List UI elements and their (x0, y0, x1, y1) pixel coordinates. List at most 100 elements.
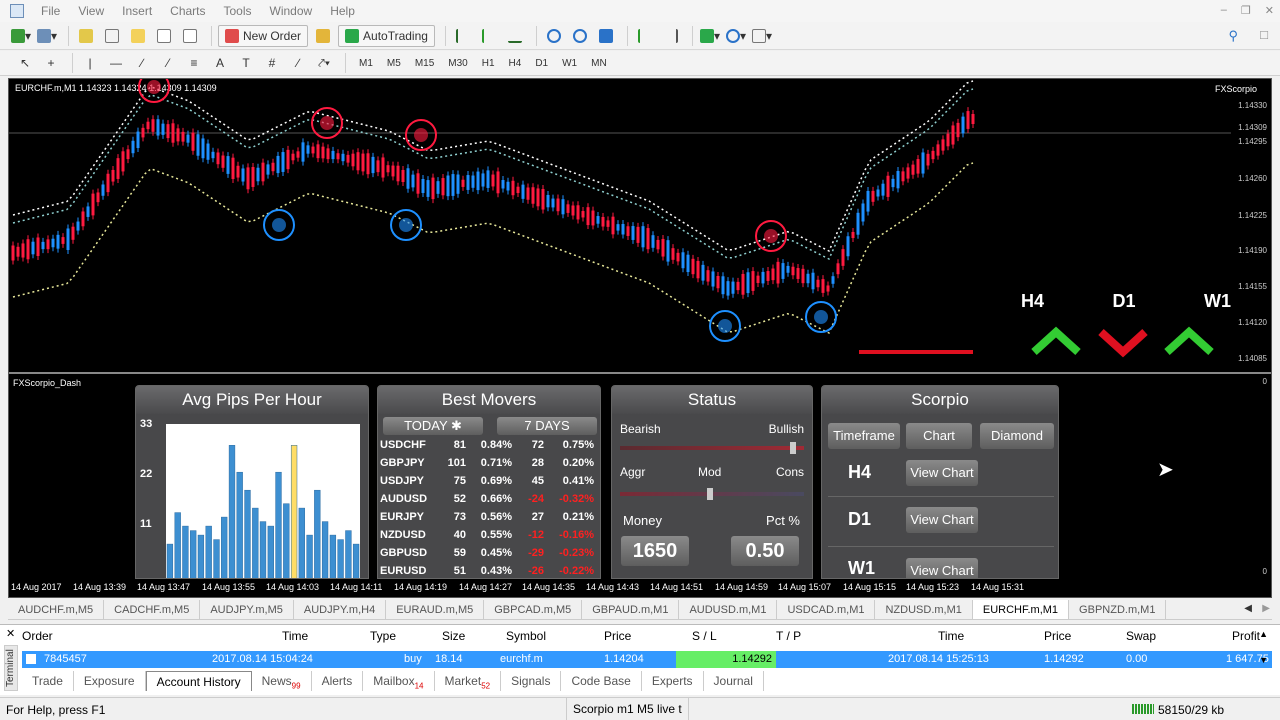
column-header[interactable]: Size (442, 629, 465, 643)
column-header[interactable]: Profit (1232, 629, 1260, 643)
risk-thumb[interactable] (707, 488, 713, 500)
chart-tab[interactable]: EURAUD.m,M5 (386, 600, 485, 619)
sentiment-slider[interactable] (620, 446, 804, 450)
tf-m5[interactable]: M5 (380, 58, 408, 69)
tab-scroll-right-icon[interactable]: ▶ (1262, 603, 1270, 614)
chart-tab[interactable]: GBPCAD.m,M5 (484, 600, 583, 619)
subwindow-divider[interactable] (9, 372, 1271, 374)
new-order-button[interactable]: New Order (218, 24, 309, 47)
tf-mn[interactable]: MN (584, 58, 614, 69)
tf-d1[interactable]: D1 (528, 58, 555, 69)
arrows-icon[interactable]: ⤤▾ (313, 52, 335, 74)
line-chart-button[interactable] (504, 25, 526, 47)
chart-button[interactable]: Chart (906, 423, 972, 449)
terminal-close-icon[interactable]: ✕ (6, 627, 15, 640)
trendline-icon[interactable]: ∕ (131, 52, 153, 74)
tab-scroll-left-icon[interactable]: ◀ (1244, 603, 1252, 614)
column-header[interactable]: Price (1044, 629, 1071, 643)
chart-tab[interactable]: NZDUSD.m,M1 (875, 600, 973, 619)
tf-m15[interactable]: M15 (408, 58, 441, 69)
chat-icon[interactable]: □ (1260, 27, 1268, 42)
pitchfork-icon[interactable]: ∕ (287, 52, 309, 74)
periods-button[interactable]: ▾ (725, 25, 747, 47)
market-watch-button[interactable] (75, 25, 97, 47)
pct-input[interactable]: 0.50 (731, 536, 799, 566)
diamond-button[interactable]: Diamond (980, 423, 1054, 449)
scroll-up-icon[interactable]: ▲ (1259, 629, 1268, 639)
navigator-button[interactable] (101, 25, 123, 47)
terminal-tab[interactable]: News99 (252, 671, 312, 691)
table-row[interactable]: 7845457 2017.08.14 15:04:24 buy 18.14 eurchf… (22, 651, 1272, 668)
chart-window[interactable]: EURCHF.m,M1 1.14323 1.14324 1.14309 1.14… (8, 78, 1272, 598)
terminal-tab[interactable]: Experts (642, 671, 704, 691)
seven-days-button[interactable]: 7 DAYS (497, 417, 597, 435)
zoom-in-button[interactable] (543, 25, 565, 47)
tf-h1[interactable]: H1 (475, 58, 502, 69)
new-chart-button[interactable]: ▾ (10, 25, 32, 47)
column-header[interactable]: Type (370, 629, 396, 643)
metaeditor-button[interactable] (312, 25, 334, 47)
autoscroll-button[interactable] (634, 25, 656, 47)
bar-chart-button[interactable] (452, 25, 474, 47)
gann-icon[interactable]: # (261, 52, 283, 74)
chart-tab[interactable]: CADCHF.m,M5 (104, 600, 201, 619)
today-button[interactable]: TODAY ✱ (383, 417, 483, 435)
menu-view[interactable]: View (69, 4, 113, 18)
terminal-tab[interactable]: Exposure (74, 671, 146, 691)
chart-tab[interactable]: AUDJPY.m,H4 (294, 600, 387, 619)
fibo-icon[interactable]: ≡ (183, 52, 205, 74)
column-header[interactable]: Swap (1126, 629, 1156, 643)
column-header[interactable]: Time (282, 629, 308, 643)
menu-help[interactable]: Help (321, 4, 364, 18)
chart-tab[interactable]: AUDUSD.m,M1 (679, 600, 778, 619)
terminal-tab[interactable]: Journal (704, 671, 764, 691)
text-icon[interactable]: A (209, 52, 231, 74)
menu-charts[interactable]: Charts (161, 4, 214, 18)
cursor-icon[interactable]: ↖ (14, 52, 36, 74)
tile-windows-button[interactable] (595, 25, 617, 47)
templates-button[interactable]: ▾ (751, 25, 773, 47)
search-icon[interactable]: ⚲ (1228, 28, 1238, 44)
menu-file[interactable]: File (32, 4, 69, 18)
horizontal-line-icon[interactable]: — (105, 52, 127, 74)
autotrading-button[interactable]: AutoTrading (338, 24, 435, 47)
column-header[interactable]: Price (604, 629, 631, 643)
view-chart-h4-button[interactable]: View Chart (906, 460, 978, 486)
label-icon[interactable]: T (235, 52, 257, 74)
tf-m30[interactable]: M30 (441, 58, 474, 69)
indicators-button[interactable]: ▾ (699, 25, 721, 47)
chart-tab[interactable]: GBPAUD.m,M1 (582, 600, 680, 619)
view-chart-d1-button[interactable]: View Chart (906, 507, 978, 533)
terminal-tab[interactable]: Signals (501, 671, 562, 691)
menu-tools[interactable]: Tools (215, 4, 261, 18)
zoom-out-button[interactable] (569, 25, 591, 47)
crosshair-tool-icon[interactable]: + (40, 52, 62, 74)
tf-h4[interactable]: H4 (502, 58, 529, 69)
tester-button[interactable] (179, 25, 201, 47)
chart-tab[interactable]: USDCAD.m,M1 (777, 600, 876, 619)
chart-tab[interactable]: EURCHF.m,M1 (972, 600, 1070, 619)
timeframe-button[interactable]: Timeframe (828, 423, 900, 449)
profiles-button[interactable]: ▾ (36, 25, 58, 47)
column-header[interactable]: T / P (776, 629, 801, 643)
terminal-tab[interactable]: Alerts (312, 671, 364, 691)
terminal-tab[interactable]: Trade (22, 671, 74, 691)
tf-w1[interactable]: W1 (555, 58, 584, 69)
terminal-tab[interactable]: Account History (145, 671, 252, 691)
channel-icon[interactable]: ⁄ (157, 52, 179, 74)
menu-insert[interactable]: Insert (113, 4, 161, 18)
sentiment-thumb[interactable] (790, 442, 796, 454)
view-chart-w1-button[interactable]: View Chart (906, 558, 978, 578)
column-header[interactable]: Time (938, 629, 964, 643)
terminal-button[interactable] (153, 25, 175, 47)
chart-tab[interactable]: GBPNZD.m,M1 (1069, 600, 1167, 619)
chart-tab[interactable]: AUDJPY.m,M5 (200, 600, 294, 619)
menu-window[interactable]: Window (261, 4, 322, 18)
column-header[interactable]: S / L (692, 629, 717, 643)
chart-shift-button[interactable] (660, 25, 682, 47)
close-icon[interactable]: ✕ (1265, 4, 1274, 17)
money-input[interactable]: 1650 (621, 536, 689, 566)
tf-m1[interactable]: M1 (352, 58, 380, 69)
column-header[interactable]: Order (22, 629, 53, 643)
terminal-tab[interactable]: Code Base (561, 671, 642, 691)
